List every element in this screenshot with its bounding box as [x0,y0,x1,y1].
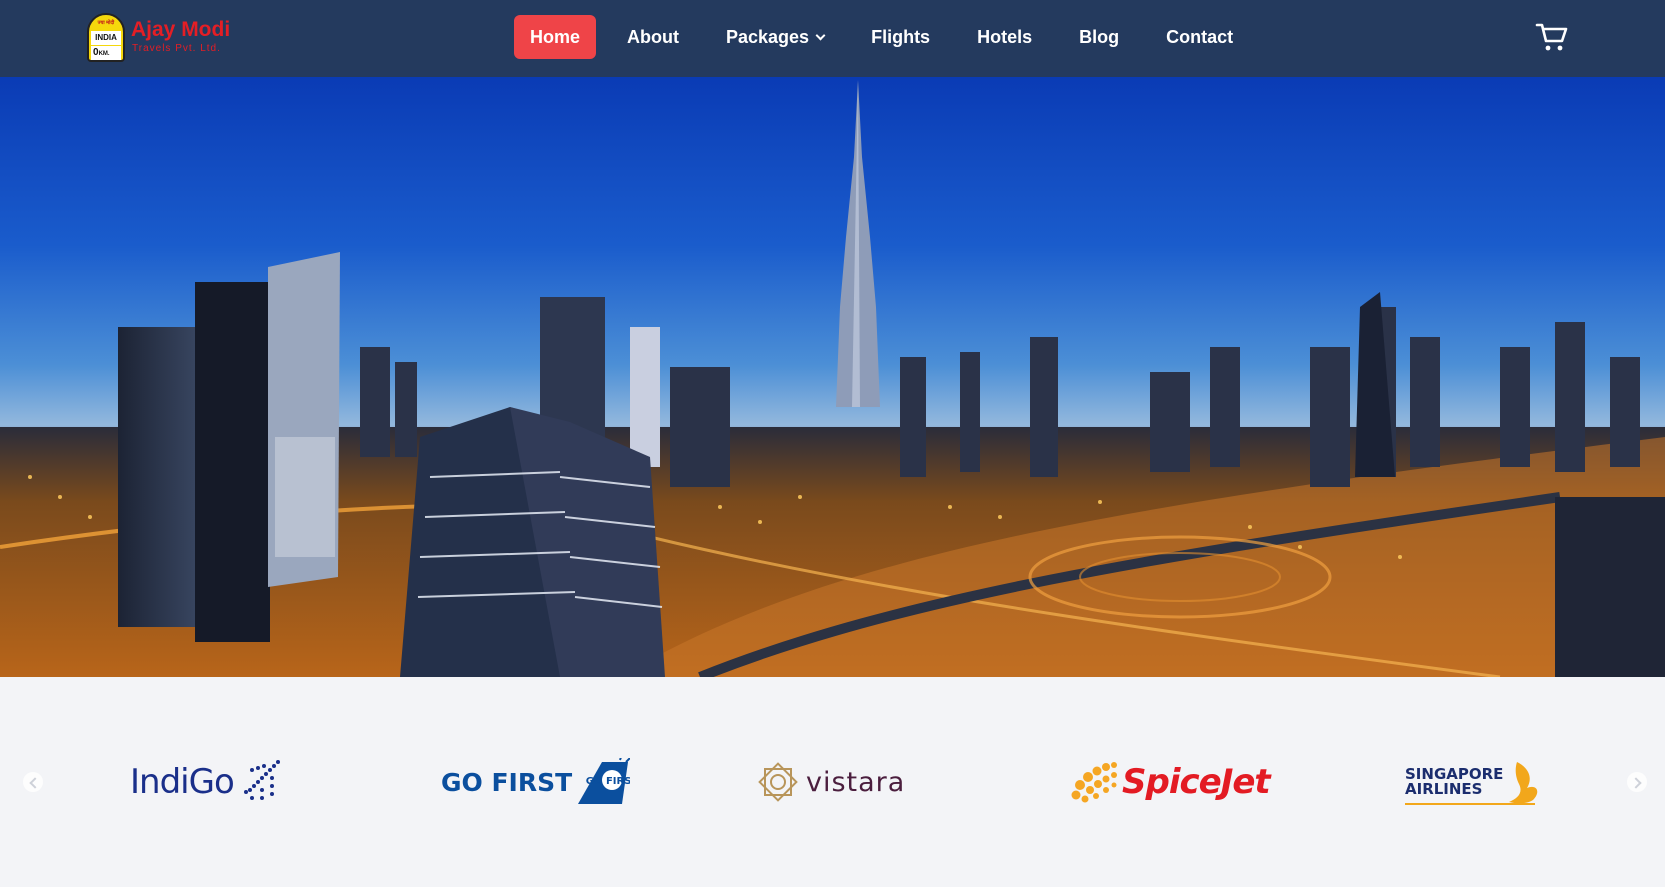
badge-top-text: ज्या मोदी [97,20,115,26]
gofirst-mark-icon: GO FIRST [578,758,631,804]
hero-banner-image [0,77,1665,677]
nav-packages-label: Packages [726,27,810,47]
gofirst-name: GO FIRST [441,767,573,797]
chevron-right-icon[interactable] [1627,772,1647,792]
nav-about-label: About [627,27,679,47]
chevron-down-icon [815,30,826,40]
nav-flights-label: Flights [871,27,931,47]
cart-icon[interactable] [1535,21,1569,53]
airline-logo-gofirst[interactable]: GO FIRST GO FIRST [441,757,631,807]
airline-logo-spicejet[interactable]: SpiceJet [1070,757,1271,807]
indigo-plane-icon [243,760,280,800]
nav-home-label: Home [530,27,581,47]
badge-bottom-text: 0KM. [91,46,121,60]
gofirst-mark-text: GO FIRST [586,776,630,787]
singapore-bird-icon [1509,762,1538,804]
indigo-name: IndiGo [130,762,235,802]
chevron-left-icon[interactable] [23,772,43,792]
badge-mid-text: INDIA [91,31,121,45]
singapore-line2: AIRLINES [1405,780,1483,798]
badge-unit: KM. [98,51,110,57]
singapore-underline [1405,803,1535,805]
singapore-name: SINGAPORE AIRLINES [1405,767,1503,797]
brand-logo[interactable]: ज्या मोदी INDIA 0KM. Ajay Modi Travels P… [87,13,247,63]
spicejet-name: SpiceJet [1122,762,1271,802]
top-navbar: ज्या मोदी INDIA 0KM. Ajay Modi Travels P… [0,0,1665,77]
vistara-emblem-icon [758,762,798,802]
airline-logo-vistara[interactable]: vistara [756,757,905,807]
nav-flights[interactable]: Flights [855,15,946,59]
main-nav: Home About Packages Flights Hotels Blog … [514,15,1264,59]
vistara-name: vistara [806,766,906,798]
nav-hotels[interactable]: Hotels [961,15,1048,59]
logo-badge-icon: ज्या मोदी INDIA 0KM. [87,13,125,62]
airline-partners-carousel: IndiGo GO FIRST GO FIRST [0,677,1665,887]
nav-blog[interactable]: Blog [1063,15,1135,59]
nav-about[interactable]: About [611,15,695,59]
nav-blog-label: Blog [1079,27,1120,47]
brand-subtitle: Travels Pvt. Ltd. [132,43,221,54]
city-skyline-illustration [0,80,1665,677]
brand-name: Ajay Modi [131,18,231,41]
nav-contact-label: Contact [1166,27,1234,47]
nav-contact[interactable]: Contact [1150,15,1249,59]
airline-logo-singapore[interactable]: SINGAPORE AIRLINES [1405,757,1543,807]
nav-home[interactable]: Home [514,15,597,59]
spicejet-dots-icon [1071,762,1117,803]
nav-packages[interactable]: Packages [710,15,840,59]
nav-hotels-label: Hotels [977,27,1033,47]
airline-logo-indigo[interactable]: IndiGo [130,757,282,807]
